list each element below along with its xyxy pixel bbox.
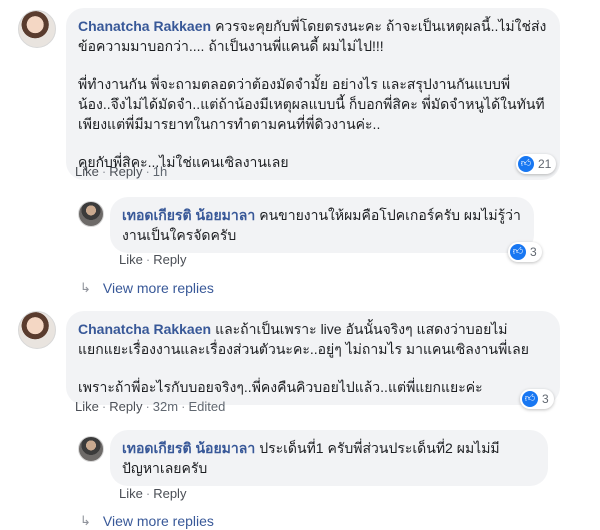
comment-paragraph: Chanatcha Rakkaen และถ้าเป็นเพราะ live อั… [78, 321, 529, 357]
view-more-label: View more replies [102, 513, 214, 529]
view-more-replies[interactable]: ↳ View more replies [80, 280, 214, 296]
comment-bubble: Chanatcha Rakkaen และถ้าเป็นเพราะ live อั… [66, 311, 560, 405]
comment-paragraph: Chanatcha Rakkaen ควรจะคุยกับพี่โดยตรงนะค… [78, 18, 547, 54]
reaction-count-value: 3 [530, 245, 537, 259]
avatar[interactable] [78, 201, 104, 227]
view-more-label: View more replies [102, 280, 214, 296]
reply-author[interactable]: เทอดเกียรติ น้อยมาลา [122, 440, 255, 456]
reply-actions: Like · Reply [119, 252, 187, 267]
like-button[interactable]: Like [119, 252, 143, 267]
reply-button[interactable]: Reply [153, 252, 186, 267]
comment-author[interactable]: Chanatcha Rakkaen [78, 321, 211, 337]
thumbs-up-icon: 👍︎ [518, 156, 534, 172]
reply-arrow-icon: ↳ [80, 280, 91, 295]
like-button[interactable]: Like [75, 399, 99, 414]
thumbs-up-icon: 👍︎ [522, 391, 538, 407]
reply-text: เทอดเกียรติ น้อยมาลา คนขายงานให้ผมคือโปคเ… [122, 207, 521, 243]
comment-timestamp[interactable]: 32m [153, 399, 178, 414]
view-more-replies[interactable]: ↳ View more replies [80, 513, 214, 529]
comment-paragraph: พี่ทำงานกัน พี่จะถามตลอดว่าต้องมัดจำมั้ย… [78, 76, 545, 132]
comment-bubble: Chanatcha Rakkaen ควรจะคุยกับพี่โดยตรงนะค… [66, 8, 560, 180]
comment-actions: Like · Reply · 1h [75, 164, 168, 179]
reply-bubble: เทอดเกียรติ น้อยมาลา ประเด็นที่1 ครับพี่ส… [110, 430, 548, 486]
comment-paragraph: เพราะถ้าพี่อะไรกับบอยจริงๆ..พี่คงคืนคิวบ… [78, 379, 483, 395]
reaction-count[interactable]: 👍︎ 3 [520, 389, 554, 409]
avatar[interactable] [18, 10, 56, 48]
reply-author[interactable]: เทอดเกียรติ น้อยมาลา [122, 207, 255, 223]
avatar[interactable] [78, 436, 104, 462]
reply-bubble: เทอดเกียรติ น้อยมาลา คนขายงานให้ผมคือโปคเ… [110, 197, 534, 253]
like-button[interactable]: Like [119, 486, 143, 501]
like-button[interactable]: Like [75, 164, 99, 179]
edited-label[interactable]: Edited [188, 399, 225, 414]
reply-actions: Like · Reply [119, 486, 187, 501]
reply-button[interactable]: Reply [153, 486, 186, 501]
thumbs-up-icon: 👍︎ [510, 244, 526, 260]
reaction-count-value: 3 [542, 392, 549, 406]
reply-text: เทอดเกียรติ น้อยมาลา ประเด็นที่1 ครับพี่ส… [122, 440, 500, 476]
reaction-count-value: 21 [538, 157, 552, 171]
reply-button[interactable]: Reply [109, 164, 142, 179]
reply-button[interactable]: Reply [109, 399, 142, 414]
comment-author[interactable]: Chanatcha Rakkaen [78, 18, 211, 34]
reaction-count[interactable]: 👍︎ 21 [516, 154, 557, 174]
comment-timestamp[interactable]: 1h [153, 164, 167, 179]
avatar[interactable] [18, 311, 56, 349]
comment-actions: Like · Reply · 32m · Edited [75, 399, 226, 414]
reaction-count[interactable]: 👍︎ 3 [508, 242, 542, 262]
reply-arrow-icon: ↳ [80, 513, 91, 528]
